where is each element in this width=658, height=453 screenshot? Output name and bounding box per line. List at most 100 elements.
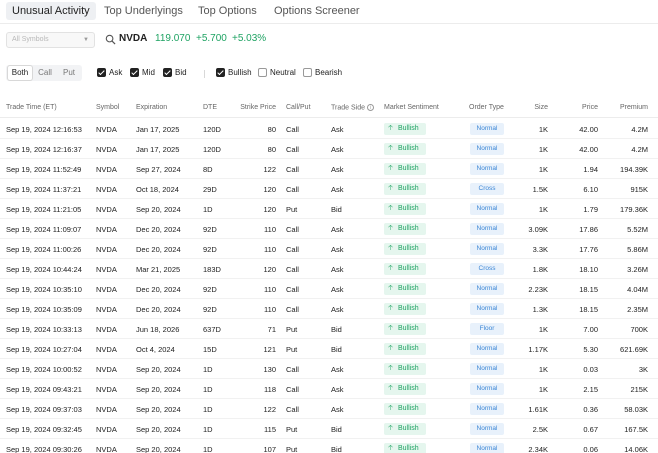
tab-options-screener[interactable]: Options Screener [268, 2, 366, 20]
sentiment-text: Bullish [398, 305, 419, 312]
table-row[interactable]: Sep 19, 2024 12:16:53 NVDA Jan 17, 2025 … [0, 119, 658, 139]
cell-trade-time: Sep 19, 2024 09:37:03 [6, 405, 82, 414]
filter-both-button[interactable]: Both [8, 66, 32, 80]
cell-size: 2.34K [528, 445, 548, 453]
search-icon[interactable] [105, 34, 116, 45]
cell-expiration: Jun 18, 2026 [136, 325, 180, 334]
cell-trade-time: Sep 19, 2024 09:30:26 [6, 445, 82, 453]
table-row[interactable]: Sep 19, 2024 09:32:45 NVDA Sep 20, 2024 … [0, 419, 658, 439]
cell-call-put: Call [286, 305, 299, 314]
cell-dte: 120D [203, 145, 221, 154]
cell-expiration: Sep 20, 2024 [136, 425, 181, 434]
cell-trade-side: Ask [331, 165, 344, 174]
cell-price: 42.00 [579, 145, 598, 154]
sentiment-badge: 🡡 Bullish [384, 323, 426, 335]
cell-expiration: Sep 20, 2024 [136, 205, 181, 214]
col-call-put[interactable]: Call/Put [286, 104, 311, 111]
table-row[interactable]: Sep 19, 2024 10:44:24 NVDA Mar 21, 2025 … [0, 259, 658, 279]
cell-premium: 4.2M [631, 145, 648, 154]
col-strike[interactable]: Strike Price [230, 104, 276, 111]
col-expiration[interactable]: Expiration [136, 104, 167, 111]
tab-unusual-activity[interactable]: Unusual Activity [6, 2, 96, 20]
cell-trade-side: Ask [331, 185, 344, 194]
cell-price: 0.67 [583, 425, 598, 434]
cell-dte: 1D [203, 425, 213, 434]
arrow-up-icon: 🡡 [388, 285, 394, 292]
table-row[interactable]: Sep 19, 2024 09:37:03 NVDA Sep 20, 2024 … [0, 399, 658, 419]
tab-top-options[interactable]: Top Options [192, 2, 263, 20]
cell-symbol: NVDA [96, 425, 117, 434]
col-price[interactable]: Price [558, 104, 598, 111]
cell-strike: 130 [263, 365, 276, 374]
cell-dte: 1D [203, 365, 213, 374]
tab-top-underlyings[interactable]: Top Underlyings [98, 2, 189, 20]
cell-call-put: Put [286, 425, 298, 434]
col-dte[interactable]: DTE [203, 104, 217, 111]
sentiment-text: Bullish [398, 265, 419, 272]
cell-expiration: Sep 20, 2024 [136, 445, 181, 453]
cell-symbol: NVDA [96, 165, 117, 174]
col-symbol[interactable]: Symbol [96, 104, 119, 111]
cell-size: 3.09K [528, 225, 548, 234]
arrow-up-icon: 🡡 [388, 445, 394, 452]
cell-trade-time: Sep 19, 2024 10:35:10 [6, 285, 82, 294]
table-row[interactable]: Sep 19, 2024 12:16:37 NVDA Jan 17, 2025 … [0, 139, 658, 159]
sentiment-badge: 🡡 Bullish [384, 243, 426, 255]
col-order-type[interactable]: Order Type [469, 104, 504, 111]
cell-strike: 121 [263, 345, 276, 354]
cell-price: 18.15 [579, 285, 598, 294]
sentiment-text: Bullish [398, 145, 419, 152]
table-row[interactable]: Sep 19, 2024 11:09:07 NVDA Dec 20, 2024 … [0, 219, 658, 239]
cell-premium: 3.26M [627, 265, 648, 274]
sentiment-text: Bullish [398, 125, 419, 132]
cell-strike: 110 [264, 285, 276, 294]
cell-strike: 107 [263, 445, 276, 453]
sentiment-badge: 🡡 Bullish [384, 383, 426, 395]
col-size[interactable]: Size [508, 104, 548, 111]
cell-price: 6.10 [583, 185, 598, 194]
table-row[interactable]: Sep 19, 2024 10:33:13 NVDA Jun 18, 2026 … [0, 319, 658, 339]
cell-call-put: Call [286, 285, 299, 294]
quote-change: +5.700 [196, 33, 227, 44]
sentiment-badge: 🡡 Bullish [384, 163, 426, 175]
cell-expiration: Sep 20, 2024 [136, 385, 181, 394]
cell-dte: 183D [203, 265, 221, 274]
quote-toolbar: All Symbols ▼ NVDA 119.070 +5.700 +5.03% [0, 26, 658, 56]
filter-bar: Both Call Put Ask Mid Bid Bullish Neutra… [0, 62, 658, 84]
cell-trade-side: Ask [331, 285, 344, 294]
col-trade-time[interactable]: Trade Time (ET) [6, 104, 57, 111]
cell-strike: 110 [264, 305, 276, 314]
cell-symbol: NVDA [96, 285, 117, 294]
sentiment-badge: 🡡 Bullish [384, 283, 426, 295]
filter-call-button[interactable]: Call [34, 66, 56, 80]
table-row[interactable]: Sep 19, 2024 10:35:10 NVDA Dec 20, 2024 … [0, 279, 658, 299]
cell-size: 1K [538, 385, 548, 394]
cell-premium: 700K [630, 325, 648, 334]
table-row[interactable]: Sep 19, 2024 11:37:21 NVDA Oct 18, 2024 … [0, 179, 658, 199]
filter-put-button[interactable]: Put [58, 66, 80, 80]
cell-dte: 8D [203, 165, 213, 174]
cell-dte: 1D [203, 405, 213, 414]
sentiment-text: Bullish [398, 405, 419, 412]
cell-size: 1K [538, 365, 548, 374]
table-row[interactable]: Sep 19, 2024 09:30:26 NVDA Sep 20, 2024 … [0, 439, 658, 453]
col-market-sentiment[interactable]: Market Sentiment [384, 104, 439, 111]
order-type-badge: Normal [470, 403, 504, 415]
cell-expiration: Dec 20, 2024 [136, 225, 181, 234]
table-row[interactable]: Sep 19, 2024 11:21:05 NVDA Sep 20, 2024 … [0, 199, 658, 219]
arrow-up-icon: 🡡 [388, 145, 394, 152]
col-trade-side[interactable]: Trade Side i [331, 104, 374, 111]
table-row[interactable]: Sep 19, 2024 11:52:49 NVDA Sep 27, 2024 … [0, 159, 658, 179]
symbol-select[interactable]: All Symbols ▼ [6, 32, 95, 48]
table-row[interactable]: Sep 19, 2024 10:27:04 NVDA Oct 4, 2024 1… [0, 339, 658, 359]
sentiment-text: Bullish [398, 365, 419, 372]
arrow-up-icon: 🡡 [388, 205, 394, 212]
sentiment-text: Bullish [398, 225, 419, 232]
info-icon[interactable]: i [366, 104, 374, 111]
table-row[interactable]: Sep 19, 2024 11:00:26 NVDA Dec 20, 2024 … [0, 239, 658, 259]
col-premium[interactable]: Premium [604, 104, 648, 111]
table-row[interactable]: Sep 19, 2024 10:35:09 NVDA Dec 20, 2024 … [0, 299, 658, 319]
cell-strike: 71 [267, 325, 276, 334]
table-row[interactable]: Sep 19, 2024 10:00:52 NVDA Sep 20, 2024 … [0, 359, 658, 379]
table-row[interactable]: Sep 19, 2024 09:43:21 NVDA Sep 20, 2024 … [0, 379, 658, 399]
